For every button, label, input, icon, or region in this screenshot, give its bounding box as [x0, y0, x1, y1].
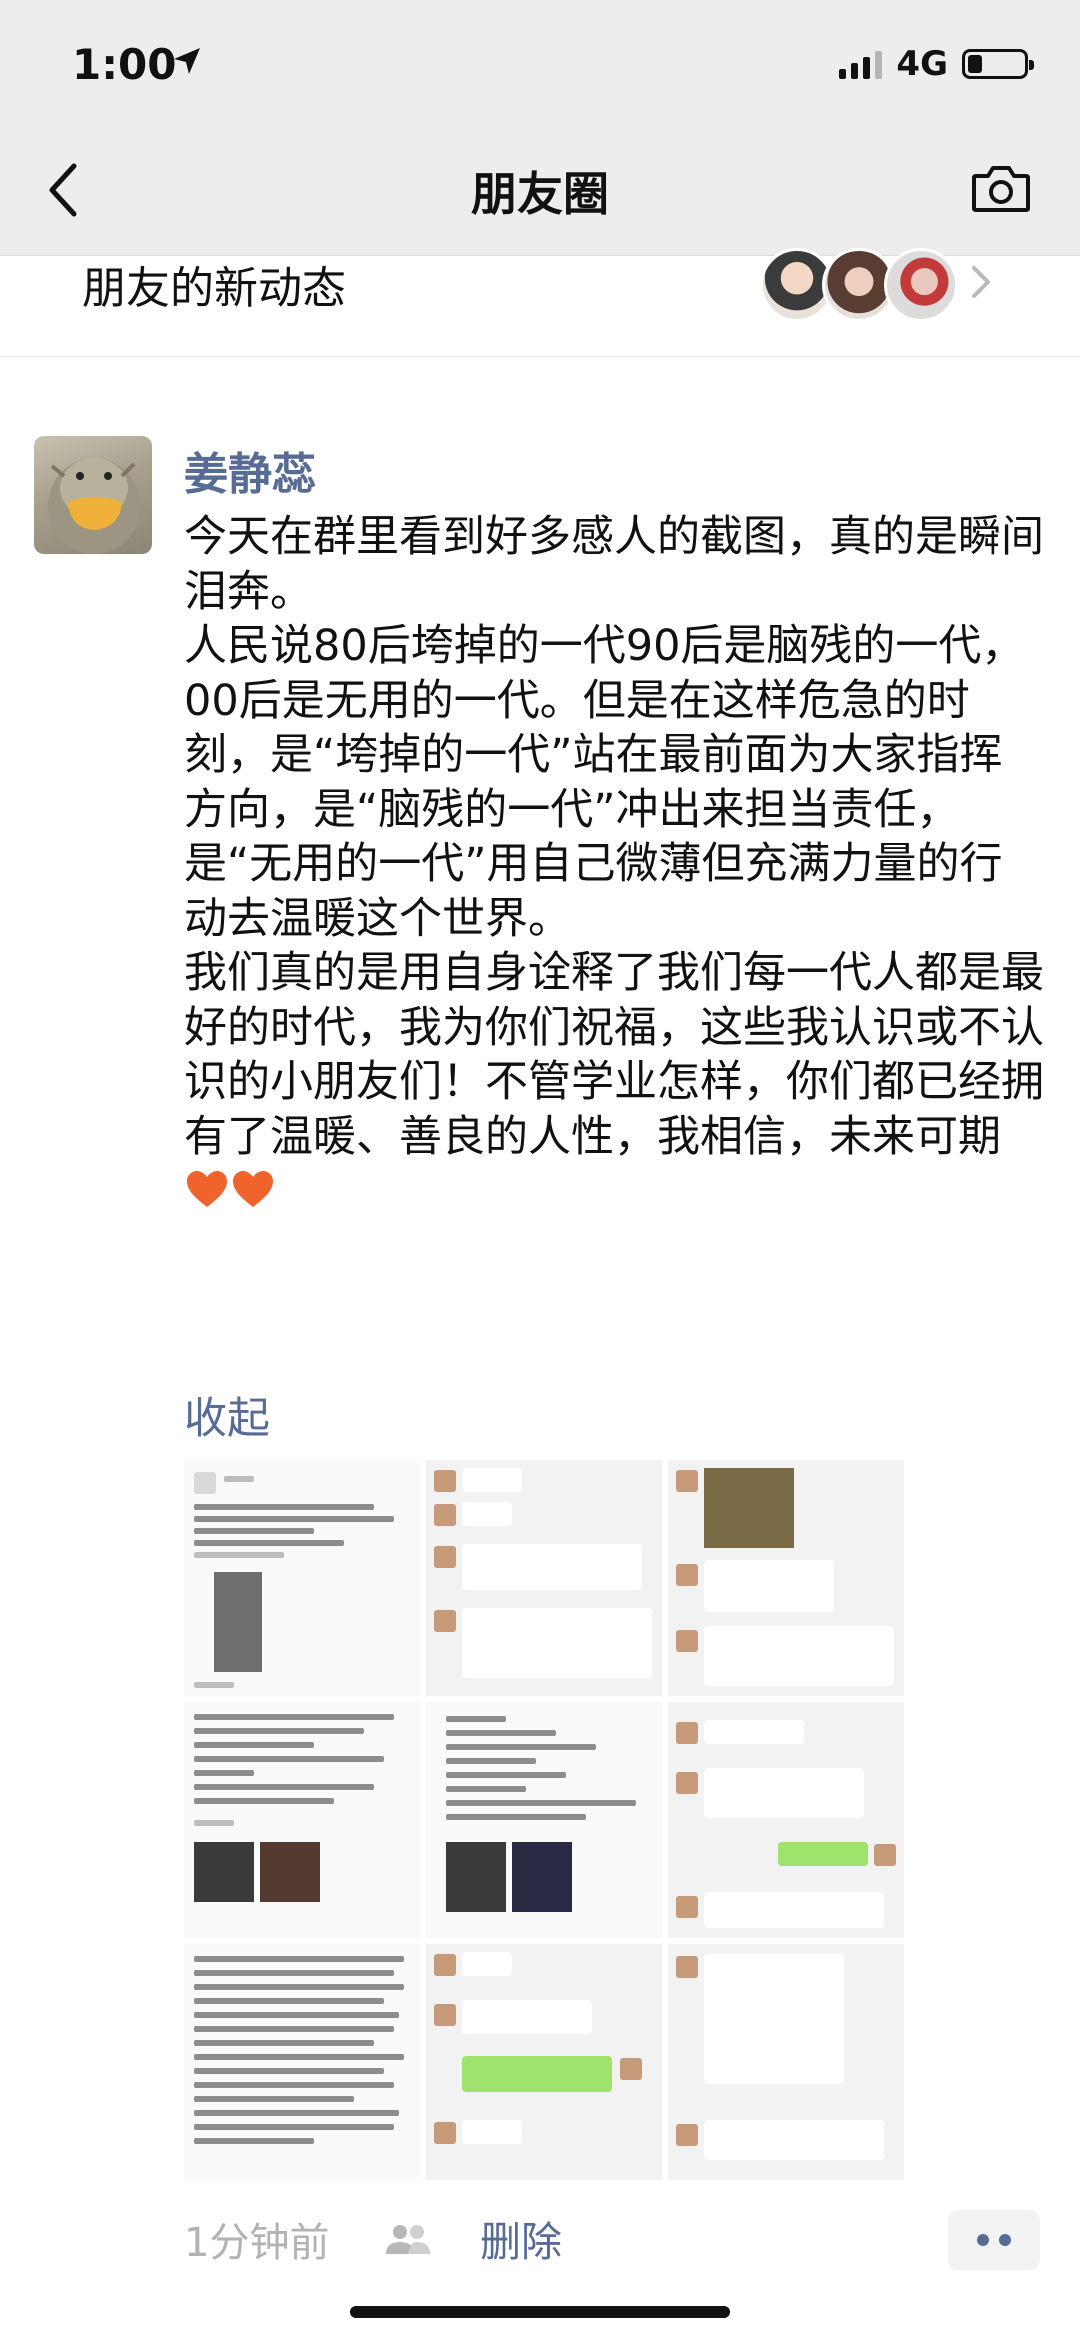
status-indicators: 4G [839, 44, 1034, 84]
top-bar: 1:00 4G 朋友圈 [0, 0, 1080, 256]
camera-icon[interactable] [970, 162, 1032, 214]
status-time: 1:00 [72, 40, 177, 89]
delete-button[interactable]: 删除 [480, 2208, 562, 2268]
post-image-thumbnail[interactable] [426, 1702, 662, 1938]
orange-heart-icon [187, 1171, 227, 1207]
post-image-thumbnail[interactable] [184, 1944, 420, 2180]
signal-icon [839, 49, 883, 79]
more-actions-button[interactable] [948, 2210, 1040, 2270]
post-image-thumbnail[interactable] [184, 1702, 420, 1938]
orange-heart-icon [233, 1171, 273, 1207]
location-arrow-icon [174, 48, 200, 74]
author-avatar[interactable] [34, 436, 152, 554]
home-indicator [350, 2306, 730, 2318]
visible-to-friends-icon [386, 2225, 430, 2254]
chevron-right-icon [972, 266, 990, 298]
post-image-thumbnail[interactable] [426, 1944, 662, 2180]
post-image-thumbnail[interactable] [184, 1460, 420, 1696]
author-name[interactable]: 姜静蕊 [184, 438, 316, 502]
post-image-thumbnail[interactable] [426, 1460, 662, 1696]
post-image-thumbnail[interactable] [668, 1460, 904, 1696]
friends-updates-avatars [760, 248, 958, 322]
post-body-text: 今天在群里看到好多感人的截图，真的是瞬间泪奔。 人民说80后垮掉的一代90后是脑… [184, 512, 1044, 1162]
post-time: 1分钟前 [184, 2220, 330, 2266]
friends-updates-label: 朋友的新动态 [82, 263, 346, 314]
post-image-thumbnail[interactable] [668, 1944, 904, 2180]
divider [0, 356, 1080, 357]
duck-avatar-image [48, 458, 140, 554]
post-image-thumbnail[interactable] [668, 1702, 904, 1938]
post-text: 今天在群里看到好多感人的截图，真的是瞬间泪奔。 人民说80后垮掉的一代90后是脑… [184, 510, 1044, 1219]
network-type: 4G [896, 44, 948, 84]
page-title: 朋友圈 [471, 167, 609, 221]
friend-avatar [884, 248, 958, 322]
battery-icon [962, 49, 1034, 79]
collapse-link[interactable]: 收起 [184, 1384, 270, 1446]
